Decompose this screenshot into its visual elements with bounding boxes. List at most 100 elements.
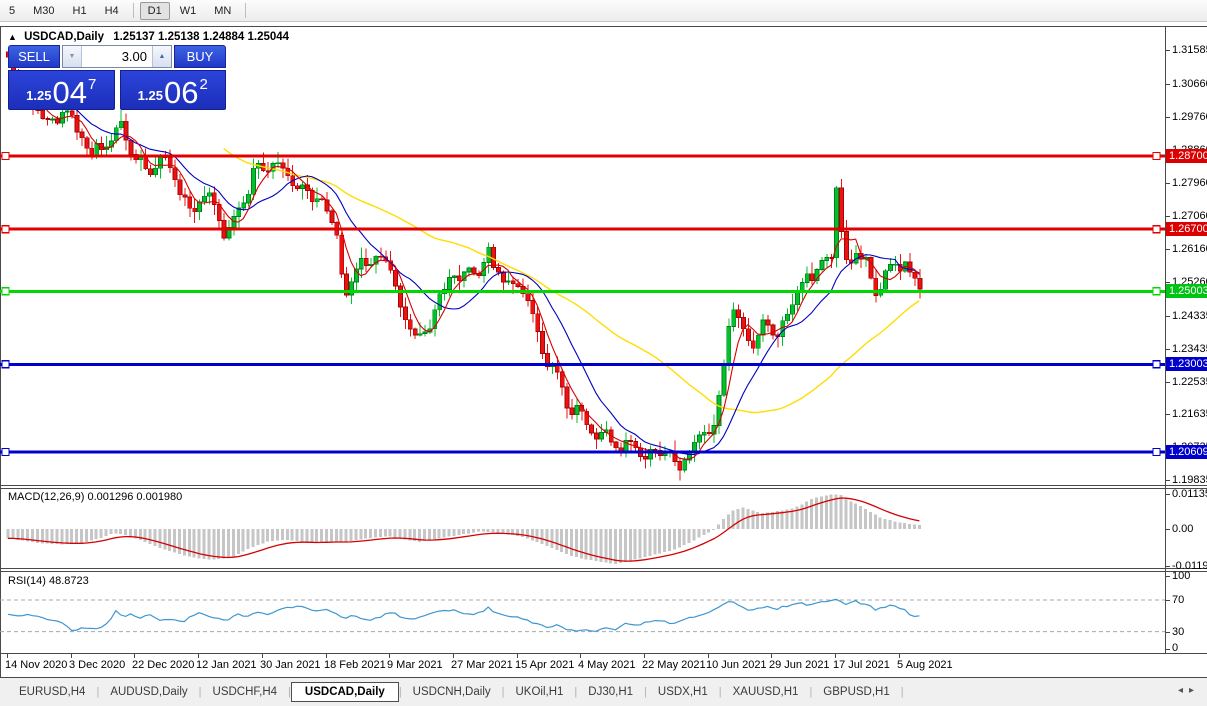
chart-symbol-period: USDCAD,Daily bbox=[24, 31, 105, 43]
collapse-panel-icon[interactable]: ▲ bbox=[8, 32, 17, 42]
volume-input[interactable] bbox=[82, 46, 152, 67]
chevron-up-icon: ▲ bbox=[158, 53, 166, 60]
tab-dj30-h1[interactable]: DJ30,H1 bbox=[577, 683, 644, 701]
price-axis-tick-label: 1.19835 bbox=[1172, 474, 1207, 486]
timeframe-button-h4[interactable]: H4 bbox=[97, 2, 127, 20]
tab-usdcad-daily[interactable]: USDCAD,Daily bbox=[290, 682, 399, 702]
macd-axis-tick-label: 0.01135 bbox=[1172, 488, 1207, 500]
date-axis-tick bbox=[198, 654, 199, 658]
sell-price-display[interactable]: 1.25 04 7 bbox=[8, 70, 115, 110]
rsi-label: RSI(14) 48.8723 bbox=[8, 575, 89, 587]
sell-price-prefix: 1.25 bbox=[26, 88, 52, 103]
tab-ukoil-h1[interactable]: UKOil,H1 bbox=[504, 683, 574, 701]
date-axis-label: 30 Jan 2021 bbox=[260, 659, 321, 671]
trading-terminal-window: 5 M30 H1 H4 D1 W1 MN ▲ USDCAD,Daily 1.25137 1.… bbox=[0, 0, 1207, 706]
date-axis-tick bbox=[580, 654, 581, 658]
rsi-indicator-canvas[interactable] bbox=[0, 572, 1165, 652]
tab-scroll-left-icon[interactable]: ◂ bbox=[1178, 685, 1189, 696]
date-axis-label: 12 Jan 2021 bbox=[196, 659, 257, 671]
macd-axis-tick bbox=[1165, 529, 1170, 530]
price-axis-tick-label: 1.22535 bbox=[1172, 376, 1207, 388]
date-axis-label: 14 Nov 2020 bbox=[5, 659, 68, 671]
price-axis-tick bbox=[1165, 216, 1170, 217]
price-axis-tick-label: 1.24335 bbox=[1172, 310, 1207, 322]
macd-axis-tick-label: 0.00 bbox=[1172, 523, 1194, 535]
date-axis-label: 5 Aug 2021 bbox=[897, 659, 953, 671]
price-axis-tick bbox=[1165, 50, 1170, 51]
date-axis-label: 22 Dec 2020 bbox=[132, 659, 195, 671]
volume-increase-button[interactable]: ▲ bbox=[152, 46, 171, 67]
price-level-badge: 1.25003 bbox=[1166, 284, 1207, 298]
price-axis-tick bbox=[1165, 282, 1170, 283]
date-axis-label: 3 Dec 2020 bbox=[69, 659, 126, 671]
date-axis-tick bbox=[517, 654, 518, 658]
date-axis-label: 18 Feb 2021 bbox=[324, 659, 386, 671]
macd-axis-tick bbox=[1165, 494, 1170, 495]
sell-price-big-digits: 04 bbox=[52, 75, 87, 110]
price-axis-tick bbox=[1165, 414, 1170, 415]
date-axis-tick bbox=[708, 654, 709, 658]
date-axis-label: 22 May 2021 bbox=[642, 659, 706, 671]
date-axis-tick bbox=[134, 654, 135, 658]
price-axis-tick bbox=[1165, 84, 1170, 85]
price-level-badge: 1.23003 bbox=[1166, 357, 1207, 371]
chevron-down-icon: ▼ bbox=[68, 53, 76, 60]
timeframe-button-m30[interactable]: M30 bbox=[25, 2, 62, 20]
date-axis-tick bbox=[389, 654, 390, 658]
rsi-axis-tick bbox=[1165, 649, 1170, 650]
rsi-axis-tick bbox=[1165, 600, 1170, 601]
tab-audusd-daily[interactable]: AUDUSD,Daily bbox=[99, 683, 198, 701]
chart-tab-bar: EURUSD,H4 | AUDUSD,Daily | USDCHF,H4 | USDCAD,… bbox=[0, 678, 1207, 706]
volume-decrease-button[interactable]: ▼ bbox=[63, 46, 82, 67]
tab-scroll-right-icon[interactable]: ▸ bbox=[1189, 685, 1200, 696]
buy-price-prefix: 1.25 bbox=[137, 88, 163, 103]
date-axis-label: 27 Mar 2021 bbox=[451, 659, 513, 671]
buy-button[interactable]: BUY bbox=[174, 45, 226, 68]
horizontal-level-line-1.26700[interactable] bbox=[0, 225, 1165, 234]
buy-price-big-digits: 06 bbox=[163, 75, 199, 110]
horizontal-level-line-1.28700[interactable] bbox=[0, 151, 1165, 161]
rsi-axis-tick-label: 70 bbox=[1172, 594, 1185, 606]
price-axis-tick-label: 1.31585 bbox=[1172, 44, 1207, 56]
chart-title: ▲ USDCAD,Daily 1.25137 1.25138 1.24884 1… bbox=[8, 31, 289, 43]
chart-ohlc-values: 1.25137 1.25138 1.24884 1.25044 bbox=[113, 31, 290, 43]
date-axis-tick bbox=[899, 654, 900, 658]
horizontal-level-line-1.25003[interactable] bbox=[0, 287, 1165, 296]
horizontal-level-line-1.20609[interactable] bbox=[0, 447, 1165, 457]
pane-separator[interactable] bbox=[0, 485, 1207, 486]
tab-scroll-arrows: ◂▸ bbox=[1178, 685, 1200, 696]
timeframe-button-w1[interactable]: W1 bbox=[172, 2, 205, 20]
tab-usdcnh-daily[interactable]: USDCNH,Daily bbox=[402, 683, 502, 701]
price-axis-tick bbox=[1165, 480, 1170, 481]
price-level-badge: 1.28700 bbox=[1166, 149, 1207, 163]
date-axis-tick bbox=[835, 654, 836, 658]
timeframe-button-d1[interactable]: D1 bbox=[139, 1, 170, 20]
rsi-axis-tick bbox=[1165, 576, 1170, 577]
buy-price-display[interactable]: 1.25 06 2 bbox=[119, 70, 226, 110]
timeframe-button-h1[interactable]: H1 bbox=[65, 2, 95, 20]
sell-price-pip-digit: 7 bbox=[87, 76, 97, 93]
timeframe-button-mn[interactable]: MN bbox=[206, 2, 239, 20]
date-axis-tick bbox=[771, 654, 772, 658]
pane-separator[interactable] bbox=[0, 568, 1207, 569]
price-axis-tick-label: 1.23435 bbox=[1172, 343, 1207, 355]
date-axis-border bbox=[0, 653, 1207, 654]
tab-usdchf-h4[interactable]: USDCHF,H4 bbox=[202, 683, 289, 701]
toolbar-separator bbox=[132, 3, 134, 18]
tab-usdx-h1[interactable]: USDX,H1 bbox=[647, 683, 719, 701]
date-axis-tick bbox=[453, 654, 454, 658]
rsi-axis-tick-label: 100 bbox=[1172, 570, 1191, 582]
tab-xauusd-h1[interactable]: XAUUSD,H1 bbox=[722, 683, 810, 701]
tab-eurusd-h4[interactable]: EURUSD,H4 bbox=[8, 683, 96, 701]
date-axis-label: 4 May 2021 bbox=[578, 659, 636, 671]
macd-label: MACD(12,26,9) 0.001296 0.001980 bbox=[8, 491, 183, 503]
timeframe-toolbar: 5 M30 H1 H4 D1 W1 MN bbox=[0, 0, 1207, 22]
sell-button[interactable]: SELL bbox=[8, 45, 60, 68]
tab-gbpusd-h1[interactable]: GBPUSD,H1 bbox=[812, 683, 900, 701]
price-axis-tick bbox=[1165, 183, 1170, 184]
timeframe-button-5[interactable]: 5 bbox=[1, 2, 23, 20]
date-axis-tick bbox=[644, 654, 645, 658]
toolbar-separator bbox=[245, 3, 247, 18]
price-axis-tick-label: 1.26160 bbox=[1172, 243, 1207, 255]
rsi-axis-tick bbox=[1165, 632, 1170, 633]
